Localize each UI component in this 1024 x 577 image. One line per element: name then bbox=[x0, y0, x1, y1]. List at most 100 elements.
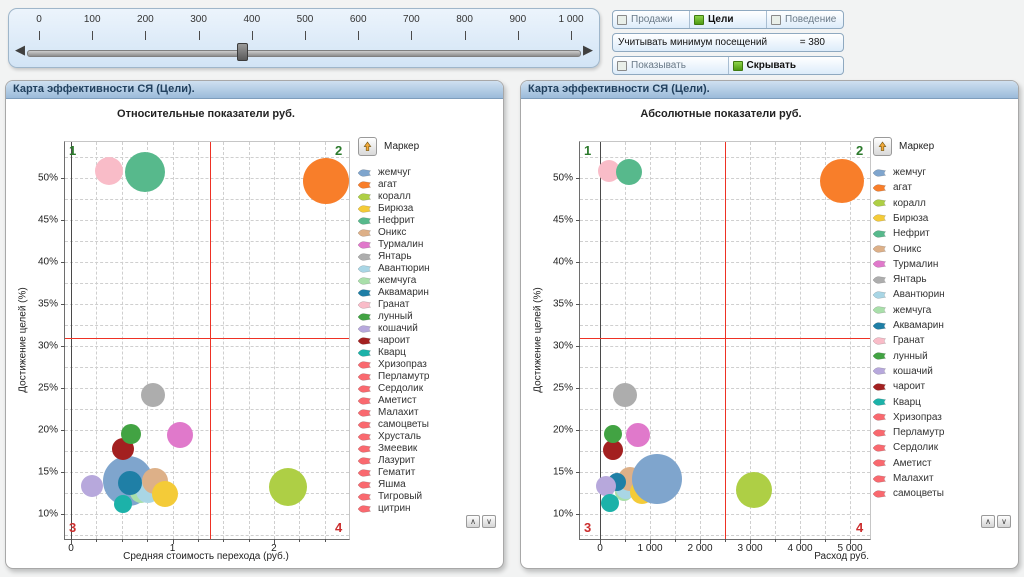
toggle-show[interactable]: Показывать bbox=[613, 57, 729, 74]
legend-item[interactable]: Малахит bbox=[358, 407, 419, 418]
legend-item[interactable]: Турмалин bbox=[873, 259, 938, 270]
chart-bubble[interactable] bbox=[596, 476, 616, 496]
toggle-sales[interactable]: Продажи bbox=[613, 11, 690, 28]
chart-bubble[interactable] bbox=[125, 152, 165, 192]
chart-bubble[interactable] bbox=[820, 159, 864, 203]
legend-item[interactable]: жемчуга bbox=[873, 305, 931, 316]
toggle-behavior[interactable]: Поведение bbox=[767, 11, 843, 28]
legend-item[interactable]: Хризопраз bbox=[358, 359, 427, 370]
legend-item[interactable]: Гематит bbox=[358, 467, 415, 478]
y-tick bbox=[576, 304, 580, 305]
legend-item[interactable]: чароит bbox=[358, 335, 410, 346]
chart-bubble[interactable] bbox=[81, 475, 103, 497]
legend-item[interactable]: Бирюза bbox=[873, 213, 928, 224]
legend-item[interactable]: Янтарь bbox=[873, 274, 927, 285]
chart-bubble[interactable] bbox=[616, 159, 642, 185]
min-visits-field[interactable]: Учитывать минимум посещений = 380 bbox=[612, 33, 844, 52]
legend-marker-icon bbox=[358, 457, 371, 465]
legend-item[interactable]: самоцветы bbox=[873, 488, 944, 499]
legend-item[interactable]: Бирюза bbox=[358, 203, 413, 214]
legend-item[interactable]: Гранат bbox=[873, 335, 924, 346]
chart-bubble[interactable] bbox=[114, 495, 132, 513]
slider-left-arrow-icon[interactable]: ◀ bbox=[15, 42, 25, 58]
legend-item[interactable]: Хрусталь bbox=[358, 431, 421, 442]
legend-item[interactable]: Янтарь bbox=[358, 251, 412, 262]
legend-item[interactable]: кошачий bbox=[358, 323, 418, 334]
chart-bubble[interactable] bbox=[303, 158, 349, 204]
legend-item[interactable]: самоцветы bbox=[358, 419, 429, 430]
legend-item[interactable]: лунный bbox=[873, 351, 928, 362]
legend-item[interactable]: Лазурит bbox=[358, 455, 415, 466]
slider-tick-mark bbox=[305, 31, 306, 40]
legend-item[interactable]: коралл bbox=[358, 191, 411, 202]
legend-item[interactable]: коралл bbox=[873, 198, 926, 209]
chart-bubble[interactable] bbox=[736, 472, 772, 508]
legend-item[interactable]: Аквамарин bbox=[358, 287, 429, 298]
legend-item[interactable]: Гранат bbox=[358, 299, 409, 310]
chart-bubble[interactable] bbox=[121, 424, 141, 444]
chart-bubble[interactable] bbox=[269, 468, 307, 506]
legend-item[interactable]: Авантюрин bbox=[358, 263, 430, 274]
slider-thumb[interactable] bbox=[237, 43, 248, 61]
chart-bubble[interactable] bbox=[152, 481, 178, 507]
legend-scroll-down-button[interactable]: ∨ bbox=[997, 515, 1011, 528]
legend-item-label: Аметист bbox=[378, 395, 417, 406]
legend-item[interactable]: Перламутр bbox=[358, 371, 430, 382]
legend-item[interactable]: Аквамарин bbox=[873, 320, 944, 331]
legend-item[interactable]: агат bbox=[873, 182, 912, 193]
legend-item[interactable]: Турмалин bbox=[358, 239, 423, 250]
legend-item[interactable]: агат bbox=[358, 179, 397, 190]
legend-item[interactable]: Яшма bbox=[358, 479, 406, 490]
y-tick-label: 10% bbox=[38, 509, 58, 520]
legend-item[interactable]: Оникс bbox=[358, 227, 406, 238]
legend-item[interactable]: жемчуг bbox=[358, 167, 411, 178]
legend-item[interactable]: Малахит bbox=[873, 473, 934, 484]
legend-item[interactable]: Аметист bbox=[873, 458, 932, 469]
legend-item[interactable]: Авантюрин bbox=[873, 289, 945, 300]
marker-arrow-icon[interactable] bbox=[358, 137, 377, 156]
chart-bubble[interactable] bbox=[141, 383, 165, 407]
legend-scroll-up-button[interactable]: ∧ bbox=[466, 515, 480, 528]
chart-bubble[interactable] bbox=[613, 383, 637, 407]
slider-right-arrow-icon[interactable]: ▶ bbox=[583, 42, 593, 58]
toggle-goals[interactable]: Цели bbox=[690, 11, 767, 28]
legend-scroll-down-button[interactable]: ∨ bbox=[482, 515, 496, 528]
chart-bubble[interactable] bbox=[95, 157, 123, 185]
legend-item[interactable]: Кварц bbox=[873, 397, 921, 408]
legend-item[interactable]: Нефрит bbox=[358, 215, 415, 226]
chart-bubble[interactable] bbox=[601, 494, 619, 512]
legend-item[interactable]: Кварц bbox=[358, 347, 406, 358]
legend-item[interactable]: Змеевик bbox=[358, 443, 417, 454]
gridline bbox=[65, 283, 349, 284]
legend-item[interactable]: кошачий bbox=[873, 366, 933, 377]
chart-bubble[interactable] bbox=[626, 423, 650, 447]
legend-item[interactable]: Сердолик bbox=[358, 383, 423, 394]
quadrant-label: 1 bbox=[584, 143, 591, 158]
legend-item-label: Янтарь bbox=[378, 251, 412, 262]
legend-item[interactable]: Оникс bbox=[873, 244, 921, 255]
legend-item-label: самоцветы bbox=[893, 488, 944, 499]
chart-bubble[interactable] bbox=[167, 422, 193, 448]
legend-scroll-up-button[interactable]: ∧ bbox=[981, 515, 995, 528]
legend-item[interactable]: Перламутр bbox=[873, 427, 945, 438]
legend-item[interactable]: жемчуга bbox=[358, 275, 416, 286]
gridline bbox=[700, 142, 701, 539]
legend-item[interactable]: Нефрит bbox=[873, 228, 930, 239]
toggle-hide[interactable]: Скрывать bbox=[729, 57, 844, 74]
legend-item[interactable]: Хризопраз bbox=[873, 412, 942, 423]
chart-bubble[interactable] bbox=[604, 425, 622, 443]
legend-item[interactable]: Тигровый bbox=[358, 491, 422, 502]
chart-bubble[interactable] bbox=[632, 454, 682, 504]
legend-item[interactable]: чароит bbox=[873, 381, 925, 392]
legend-item[interactable]: лунный bbox=[358, 311, 413, 322]
legend-item[interactable]: жемчуг bbox=[873, 167, 926, 178]
chart-bubble[interactable] bbox=[118, 471, 142, 495]
legend-item[interactable]: Аметист bbox=[358, 395, 417, 406]
marker-arrow-icon[interactable] bbox=[873, 137, 892, 156]
legend-marker-icon bbox=[873, 214, 886, 222]
x-minor-tick bbox=[825, 539, 826, 542]
legend-item[interactable]: цитрин bbox=[358, 503, 411, 514]
legend-item[interactable]: Сердолик bbox=[873, 442, 938, 453]
slider-track[interactable] bbox=[27, 50, 581, 57]
legend-item-label: цитрин bbox=[378, 503, 411, 514]
